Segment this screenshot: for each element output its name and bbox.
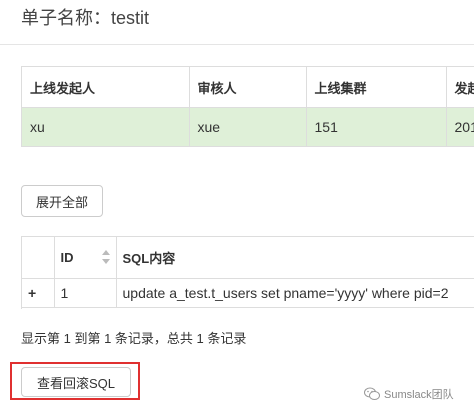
column-header-cluster: 上线集群 (306, 67, 447, 108)
cell-time: 201 (446, 107, 474, 147)
summary-table: 上线发起人 审核人 上线集群 发起 xu xue 151 201 (21, 66, 474, 147)
cell-sql: update a_test.t_users set pname='yyyy' w… (116, 278, 474, 308)
view-rollback-sql-button[interactable]: 查看回滚SQL (21, 367, 131, 397)
cell-id: 1 (54, 278, 117, 308)
column-header-id[interactable]: ID (54, 237, 117, 279)
sql-table: ID SQL内容 + 1 update a_test.t_users set p… (21, 236, 474, 309)
column-header-time: 发起 (446, 67, 474, 108)
summary-header-row: 上线发起人 审核人 上线集群 发起 (22, 67, 474, 108)
watermark: Sumslack团队 (364, 386, 454, 402)
expand-row-icon[interactable]: + (22, 278, 55, 308)
table-row: xu xue 151 201 (22, 107, 474, 147)
column-header-initiator: 上线发起人 (22, 67, 190, 108)
sql-header-row: ID SQL内容 (22, 237, 474, 279)
watermark-text: Sumslack团队 (384, 389, 454, 401)
column-header-reviewer: 审核人 (189, 67, 307, 108)
pagination-info: 显示第 1 到第 1 条记录，总共 1 条记录 (21, 331, 247, 346)
column-header-id-label: ID (60, 250, 74, 265)
wechat-icon (364, 387, 380, 400)
column-header-expand (22, 237, 55, 279)
column-header-sql: SQL内容 (116, 237, 474, 279)
sort-icon (101, 250, 110, 264)
header-divider (0, 44, 474, 45)
cell-cluster: 151 (306, 107, 447, 147)
expand-all-button[interactable]: 展开全部 (21, 185, 103, 217)
cell-reviewer: xue (189, 107, 307, 147)
table-row: + 1 update a_test.t_users set pname='yyy… (22, 278, 474, 308)
cell-initiator: xu (22, 107, 190, 147)
page-title: 单子名称：testit (21, 8, 150, 28)
